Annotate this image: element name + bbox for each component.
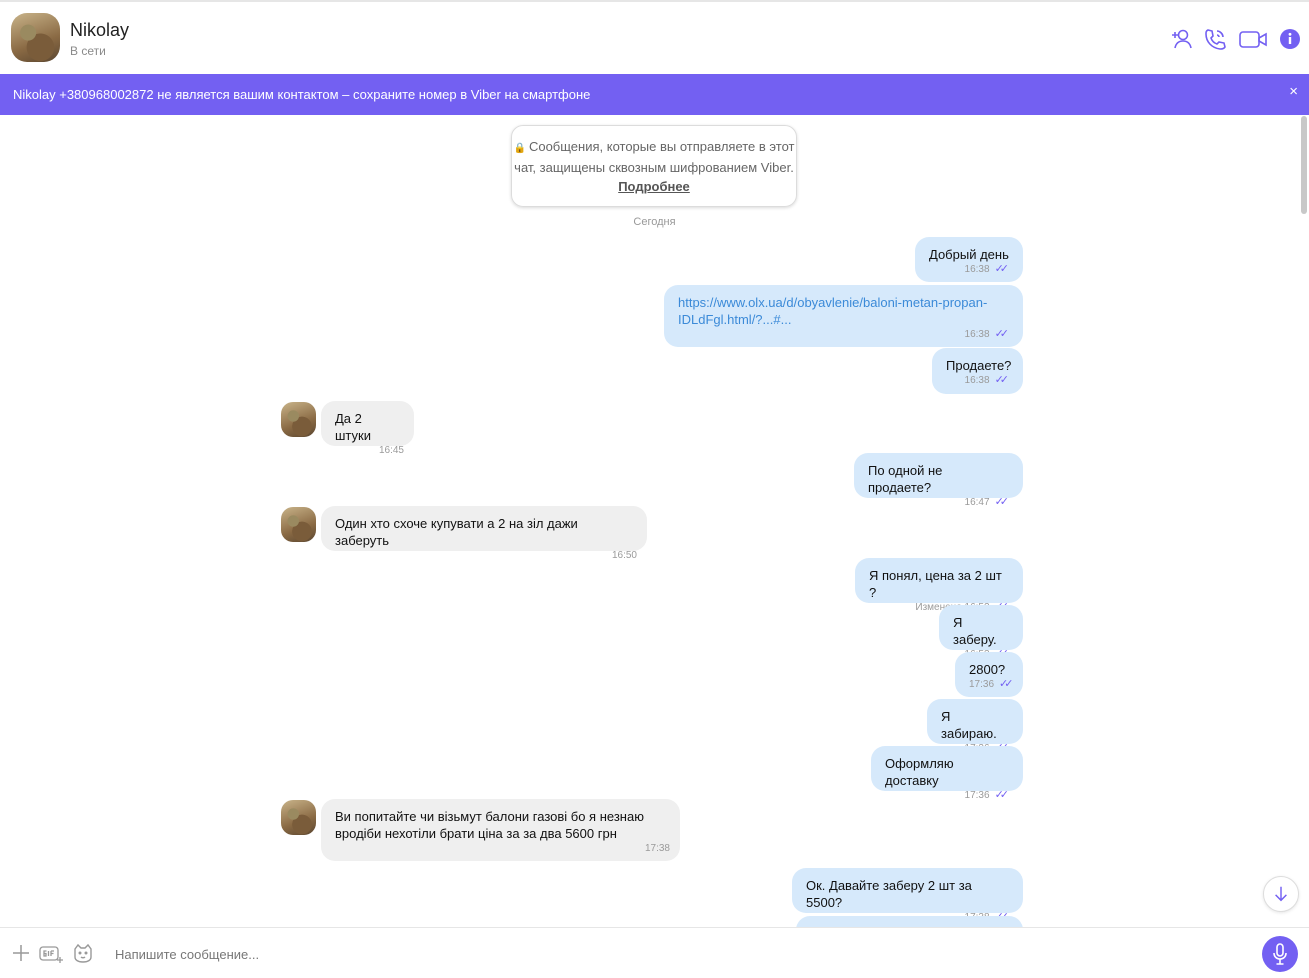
message-text: Да 2 штуки (335, 411, 371, 443)
incoming-message[interactable]: Ви попитайте чи візьмут балони газові бо… (321, 799, 680, 861)
gif-icon[interactable] (38, 942, 64, 964)
message-list[interactable]: 🔒 Сообщения, которые вы отправляете в это… (0, 115, 1300, 927)
message-time: 16:45 (378, 445, 404, 456)
date-divider: Сегодня (633, 216, 676, 228)
message-time: 17:36 (969, 679, 995, 690)
sender-avatar[interactable] (281, 507, 316, 542)
microphone-icon (1273, 943, 1287, 965)
incoming-message[interactable]: Один хто схоче купувати а 2 на зіл дажи … (321, 506, 647, 561)
sender-avatar[interactable] (281, 800, 316, 835)
message-text: 2800? (969, 662, 1006, 677)
message-text: Оформляю доставку (885, 756, 954, 788)
contact-status: В сети (70, 44, 106, 58)
lock-icon: 🔒 (513, 143, 526, 154)
message-text: Один хто схоче купувати а 2 на зіл дажи … (335, 516, 578, 548)
message-text: Я понял, цена за 2 шт ? (869, 568, 1002, 600)
scrollbar[interactable] (1301, 116, 1307, 214)
banner-text: Nikolay +380968002872 не является вашим … (13, 87, 591, 102)
outgoing-message[interactable]: 2800? 17:36 ✓✓ (955, 652, 1023, 697)
outgoing-message[interactable]: Я забираю. 17:36✓✓ (927, 699, 1023, 754)
message-link[interactable]: https://www.olx.ua/d/obyavlenie/baloni-m… (678, 294, 1009, 328)
add-contact-icon[interactable] (1168, 26, 1194, 52)
incoming-message[interactable]: Да 2 штуки 16:45 (321, 401, 414, 456)
chat-header: Nikolay В сети (0, 2, 1309, 74)
outgoing-message[interactable]: Продаете? 16:38 ✓✓ (932, 348, 1023, 394)
read-ticks-icon: ✓✓ (994, 263, 1010, 275)
sticker-icon[interactable] (72, 942, 94, 964)
read-ticks-icon: ✓✓ (999, 678, 1014, 690)
scroll-to-bottom-button[interactable] (1263, 876, 1299, 912)
message-text: По одной не продаете? (868, 463, 943, 495)
message-composer (0, 927, 1309, 978)
message-text: Я заберу. (953, 615, 997, 647)
sender-avatar[interactable] (281, 402, 316, 437)
contact-avatar[interactable] (11, 13, 60, 62)
message-time: 16:38 (964, 264, 990, 275)
message-text: Я забираю. (941, 709, 997, 741)
message-input[interactable] (113, 943, 1247, 965)
plus-icon[interactable] (10, 942, 32, 964)
message-time: 17:38 (644, 843, 670, 854)
read-ticks-icon: ✓✓ (994, 374, 1010, 386)
outgoing-message[interactable]: Добрый день 16:38 ✓✓ (915, 237, 1023, 282)
outgoing-message[interactable]: По одной не продаете? 16:47 ✓✓ (854, 453, 1023, 508)
read-ticks-icon: ✓✓ (994, 496, 1010, 508)
message-time: 16:38 (964, 329, 990, 340)
microphone-button[interactable] (1262, 936, 1298, 972)
outgoing-message-partial[interactable] (796, 916, 1023, 927)
outgoing-message[interactable]: Ок. Давайте заберу 2 шт за 5500? 17:38✓✓ (792, 868, 1023, 923)
learn-more-link[interactable]: Подробнее (618, 179, 690, 194)
voice-call-icon[interactable] (1202, 26, 1228, 52)
arrow-down-icon (1275, 886, 1287, 902)
read-ticks-icon: ✓✓ (994, 328, 1010, 340)
message-time: 16:38 (964, 375, 990, 386)
outgoing-message[interactable]: Оформляю доставку 17:36 ✓✓ (871, 746, 1023, 801)
outgoing-message[interactable]: Я понял, цена за 2 шт ? Изменено 16:52✓✓ (855, 558, 1023, 613)
message-time: 16:50 (611, 550, 637, 561)
not-in-contacts-banner: Nikolay +380968002872 не является вашим … (0, 74, 1309, 115)
outgoing-message[interactable]: https://www.olx.ua/d/obyavlenie/baloni-m… (664, 285, 1023, 347)
read-ticks-icon: ✓✓ (994, 789, 1010, 801)
message-text: Добрый день (929, 247, 1009, 262)
message-text: Ви попитайте чи візьмут балони газові бо… (335, 809, 644, 841)
outgoing-message[interactable]: Я заберу. 16:53✓✓ (939, 605, 1023, 660)
encryption-notice-text: Сообщения, которые вы отправляете в этот… (514, 139, 795, 175)
info-icon[interactable] (1279, 28, 1301, 50)
contact-name[interactable]: Nikolay (70, 20, 129, 41)
message-text: Ок. Давайте заберу 2 шт за 5500? (806, 878, 972, 910)
video-call-icon[interactable] (1238, 26, 1268, 52)
message-time: 17:36 (964, 790, 990, 801)
message-time: 16:47 (964, 497, 990, 508)
close-icon[interactable]: × (1289, 83, 1298, 100)
encryption-notice: 🔒 Сообщения, которые вы отправляете в это… (511, 125, 797, 207)
message-text: Продаете? (946, 358, 1012, 373)
